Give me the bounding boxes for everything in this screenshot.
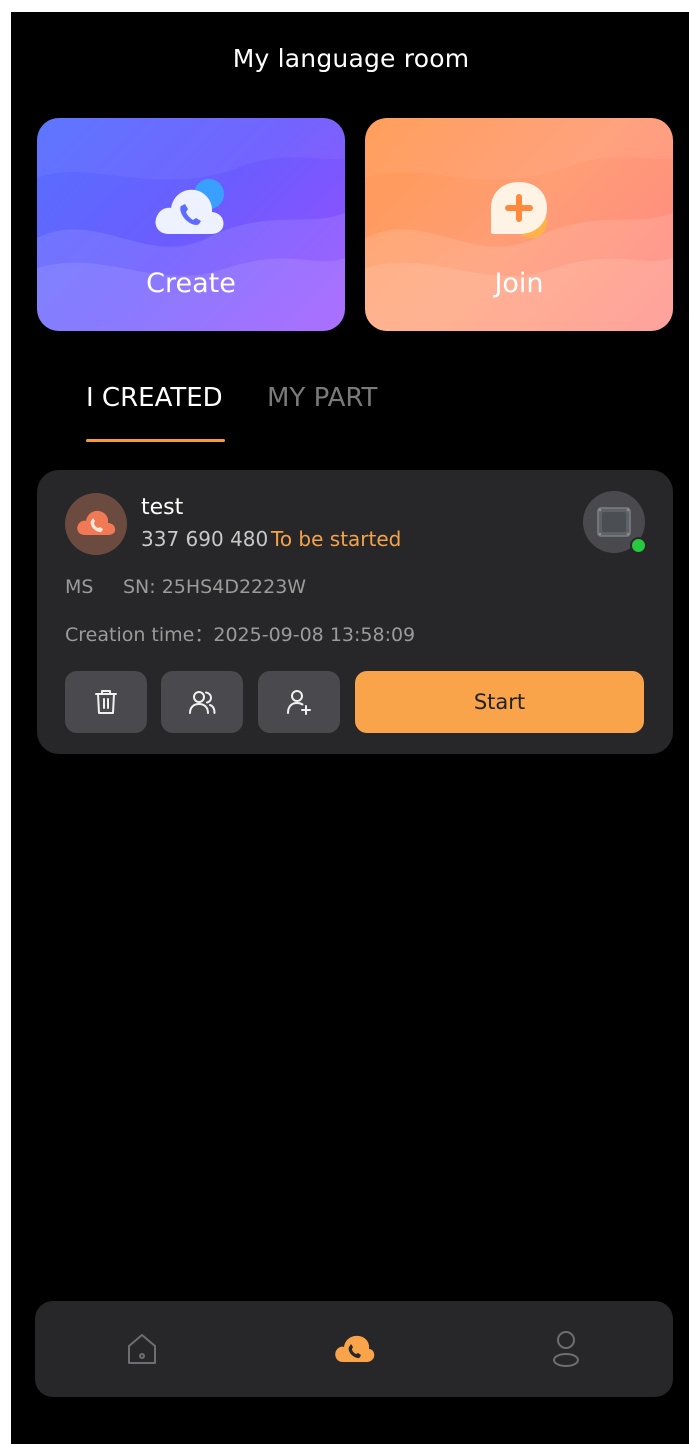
online-status-dot (630, 537, 647, 554)
home-icon (128, 1334, 156, 1364)
delete-room-button[interactable] (65, 671, 147, 733)
page-title: My language room (232, 44, 470, 73)
app-screen: My language room Create Join I CREATED M… (11, 12, 689, 1444)
active-tab-indicator (86, 439, 225, 442)
cloud-phone-icon (77, 510, 116, 535)
users-icon (189, 691, 216, 714)
add-user-icon (287, 690, 311, 715)
person-icon (553, 1331, 579, 1367)
room-avatar (65, 493, 127, 555)
room-number: 337 690 480 (141, 527, 269, 551)
room-name: test (141, 495, 184, 520)
create-label: Create (146, 268, 236, 299)
trash-icon (95, 690, 117, 714)
cloud-phone-icon (335, 1335, 375, 1362)
room-status: To be started (271, 527, 402, 551)
nav-language-room[interactable] (294, 1301, 414, 1397)
bottom-nav (35, 1301, 673, 1397)
room-members-button[interactable] (161, 671, 243, 733)
creation-time: Creation time：2025-09-08 13:58:09 (65, 624, 416, 646)
nav-profile[interactable] (506, 1301, 626, 1397)
nav-home[interactable] (82, 1301, 202, 1397)
tab-i-created[interactable]: I CREATED (86, 383, 223, 413)
cloud-phone-icon (155, 179, 224, 234)
device-model: MS (65, 576, 94, 598)
create-room-card[interactable]: Create (37, 118, 345, 331)
tab-my-part[interactable]: MY PART (267, 383, 377, 413)
room-card[interactable]: test 337 690 480 To be started MS SN: 25… (37, 470, 673, 754)
join-room-card[interactable]: Join (365, 118, 673, 331)
join-label: Join (494, 268, 544, 299)
plus-bubble-icon (491, 182, 547, 238)
start-button[interactable]: Start (355, 671, 644, 733)
device-serial-number: SN: 25HS4D2223W (123, 576, 307, 598)
invite-user-button[interactable] (258, 671, 340, 733)
